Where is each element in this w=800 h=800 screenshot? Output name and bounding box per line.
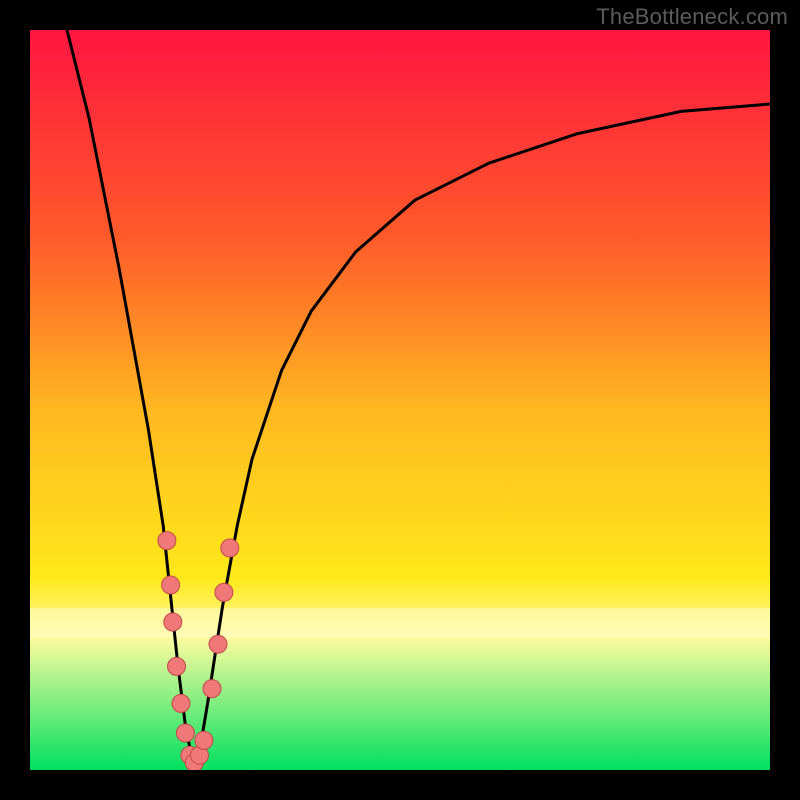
highlight-dot (162, 576, 180, 594)
highlight-dot (158, 532, 176, 550)
watermark-text: TheBottleneck.com (596, 4, 788, 30)
highlight-dot (215, 583, 233, 601)
highlight-dot (209, 635, 227, 653)
chart-stage: TheBottleneck.com (0, 0, 800, 800)
pale-band (30, 608, 770, 638)
frame-left (0, 0, 30, 800)
plot-area (30, 30, 770, 770)
highlight-dot (172, 694, 190, 712)
highlight-dot (221, 539, 239, 557)
highlight-dot (195, 731, 213, 749)
highlight-dot (164, 613, 182, 631)
frame-right (770, 0, 800, 800)
gradient-background (30, 30, 770, 770)
highlight-dot (203, 680, 221, 698)
frame-bottom (0, 770, 800, 800)
highlight-dot (168, 657, 186, 675)
highlight-dot (176, 724, 194, 742)
